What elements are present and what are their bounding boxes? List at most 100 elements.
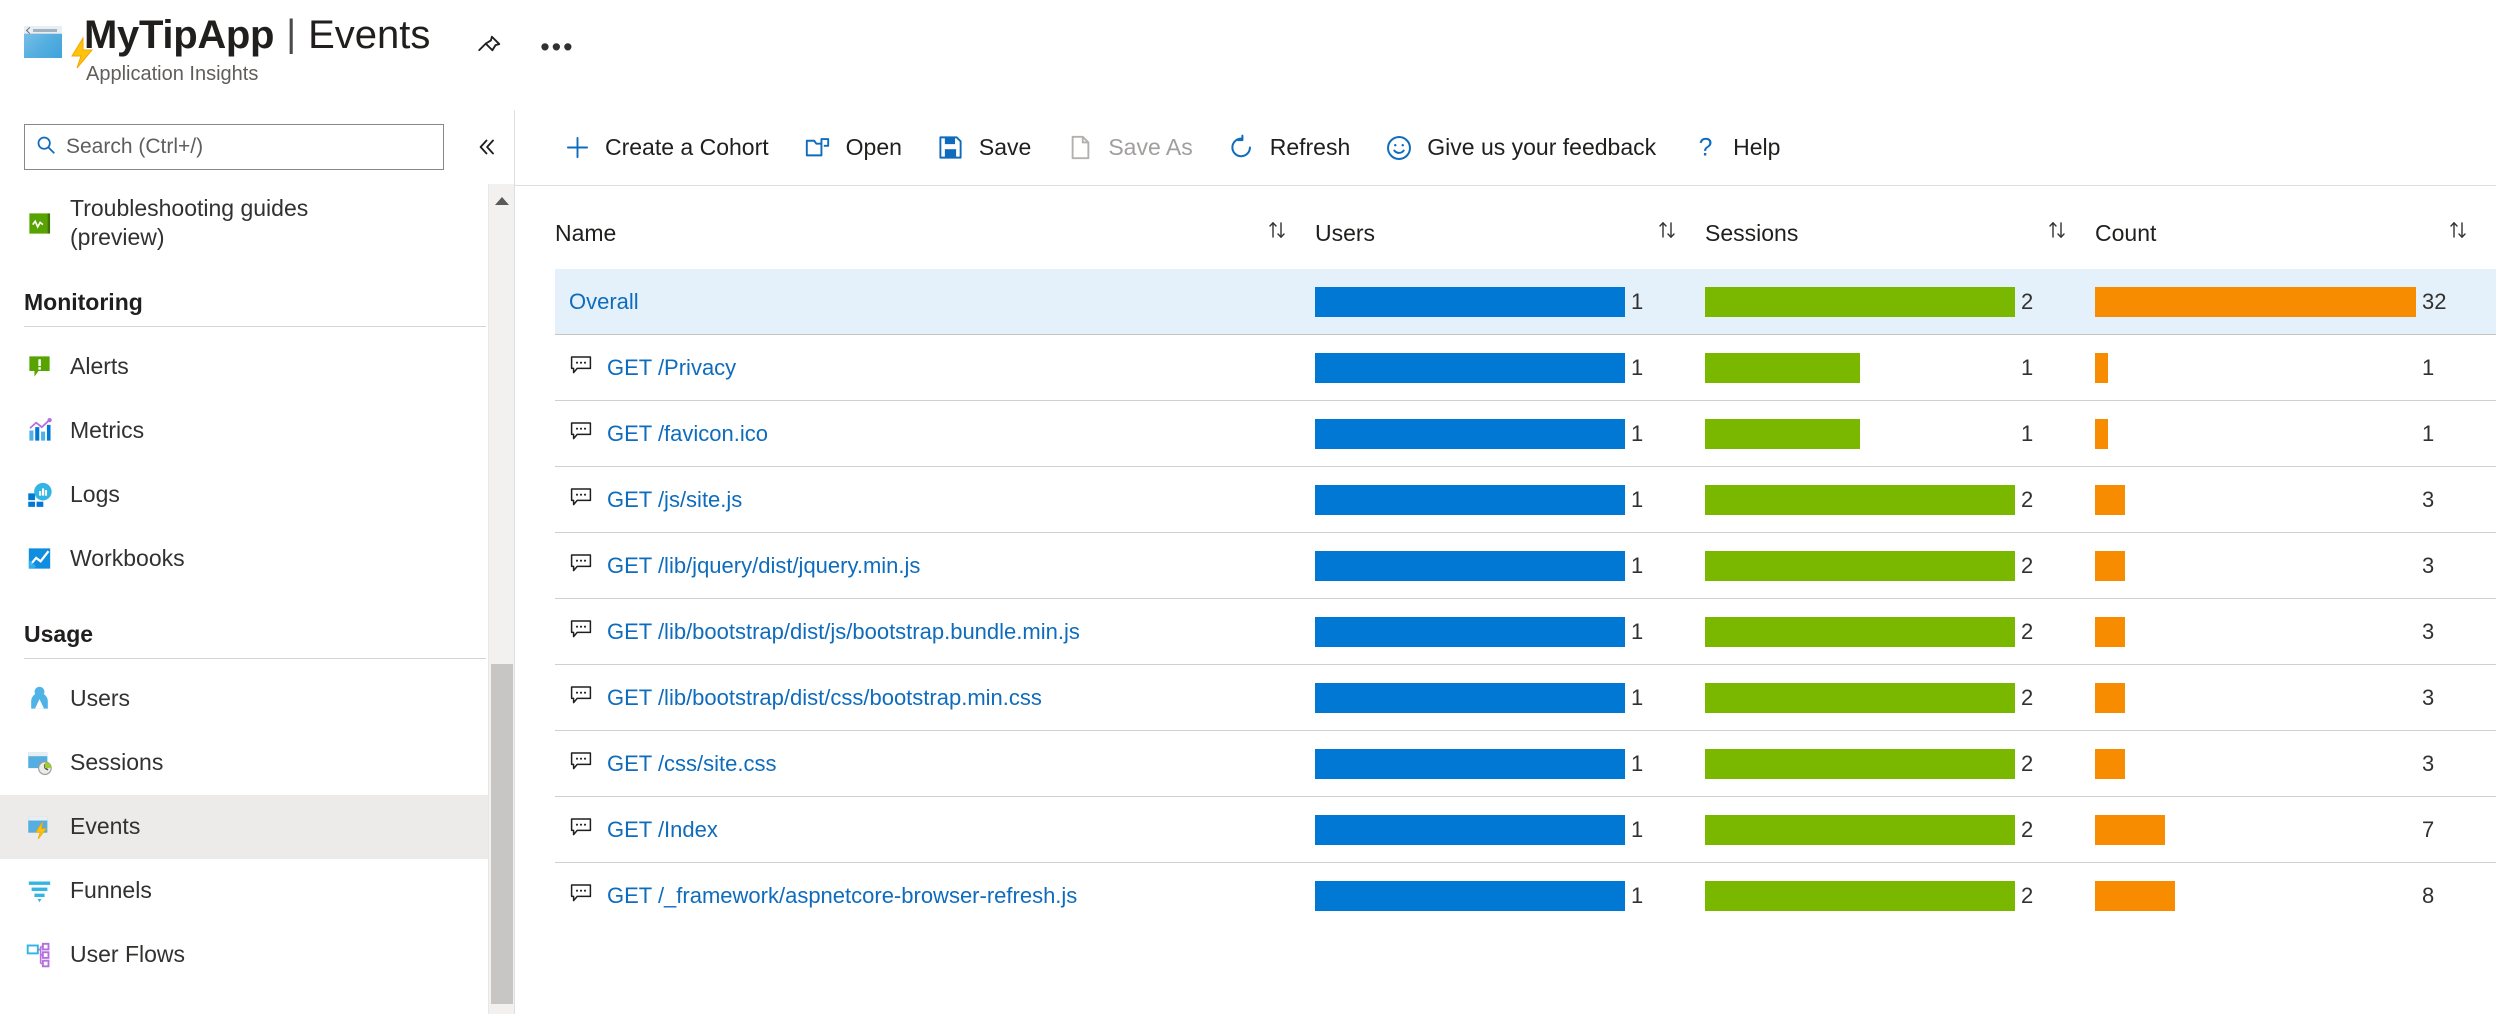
resource-type-subtitle: Application Insights bbox=[86, 63, 259, 85]
search-input[interactable] bbox=[66, 135, 433, 159]
event-name-link[interactable]: GET /favicon.ico bbox=[607, 421, 768, 447]
metric-value: 3 bbox=[2422, 750, 2435, 776]
funnels-icon bbox=[24, 876, 54, 906]
refresh-button[interactable]: Refresh bbox=[1210, 120, 1368, 176]
cell-sessions: 2 bbox=[1705, 599, 2095, 665]
table-row[interactable]: GET /lib/bootstrap/dist/css/bootstrap.mi… bbox=[555, 664, 2496, 731]
events-table: Name Users Sessions Count Overall 1 2 32… bbox=[555, 204, 2496, 929]
bar bbox=[1315, 814, 1625, 845]
bar bbox=[2095, 616, 2126, 647]
create-a-cohort-button[interactable]: Create a Cohort bbox=[545, 120, 786, 176]
column-header-count[interactable]: Count bbox=[2095, 204, 2496, 269]
metric-cell: 2 bbox=[1705, 682, 2095, 713]
event-name-link[interactable]: Overall bbox=[569, 289, 639, 315]
column-header-name[interactable]: Name bbox=[555, 204, 1315, 269]
column-header-users[interactable]: Users bbox=[1315, 204, 1705, 269]
sidebar-item-alerts[interactable]: Alerts bbox=[0, 335, 514, 399]
cell-name: GET /js/site.js bbox=[555, 467, 1315, 533]
event-name-link[interactable]: GET /lib/jquery/dist/jquery.min.js bbox=[607, 553, 920, 579]
bar-track bbox=[1315, 550, 1625, 581]
bar bbox=[2095, 550, 2126, 581]
table-row[interactable]: GET /js/site.js 1 2 3 bbox=[555, 466, 2496, 533]
column-header-sessions[interactable]: Sessions bbox=[1705, 204, 2095, 269]
sort-updown-icon[interactable] bbox=[2045, 218, 2069, 248]
sidebar: Troubleshooting guides (preview) Monitor… bbox=[0, 110, 515, 1014]
event-name-link[interactable]: GET /css/site.css bbox=[607, 751, 777, 777]
cell-sessions: 2 bbox=[1705, 665, 2095, 731]
metric-value: 1 bbox=[1631, 750, 1644, 776]
cell-sessions: 2 bbox=[1705, 797, 2095, 863]
event-name-link[interactable]: GET /lib/bootstrap/dist/css/bootstrap.mi… bbox=[607, 685, 1042, 711]
cell-users: 1 bbox=[1315, 863, 1705, 929]
table-row[interactable]: GET /lib/bootstrap/dist/js/bootstrap.bun… bbox=[555, 598, 2496, 665]
bar-track bbox=[2095, 880, 2416, 911]
bar bbox=[1315, 484, 1625, 515]
help-button[interactable]: ? Help bbox=[1673, 120, 1797, 176]
metric-value: 2 bbox=[2021, 288, 2034, 314]
cell-name: GET /_framework/aspnetcore-browser-refre… bbox=[555, 863, 1315, 929]
save-as-button[interactable]: Save As bbox=[1048, 120, 1209, 176]
event-name-link[interactable]: GET /Privacy bbox=[607, 355, 736, 381]
table-row[interactable]: Overall 1 2 32 bbox=[555, 268, 2496, 335]
save-button[interactable]: Save bbox=[919, 120, 1048, 176]
table-row[interactable]: GET /favicon.ico 1 1 1 bbox=[555, 400, 2496, 467]
sidebar-item-troubleshooting-guides[interactable]: Troubleshooting guides (preview) bbox=[0, 188, 514, 259]
table-row[interactable]: GET /_framework/aspnetcore-browser-refre… bbox=[555, 862, 2496, 929]
cell-sessions: 1 bbox=[1705, 335, 2095, 401]
ellipsis-icon[interactable]: ••• bbox=[540, 30, 574, 64]
give-feedback-button[interactable]: Give us your feedback bbox=[1367, 120, 1673, 176]
sort-updown-icon[interactable] bbox=[1265, 218, 1289, 248]
search-icon bbox=[35, 134, 57, 161]
table-row[interactable]: GET /Privacy 1 1 1 bbox=[555, 334, 2496, 401]
sidebar-item-events[interactable]: Events bbox=[0, 794, 514, 859]
page-view-bubble-icon bbox=[569, 683, 593, 712]
sidebar-item-user-flows[interactable]: User Flows bbox=[0, 923, 514, 987]
sidebar-item-sessions[interactable]: Sessions bbox=[0, 731, 514, 795]
sidebar-item-metrics[interactable]: Metrics bbox=[0, 399, 514, 463]
sidebar-item-label: Users bbox=[70, 685, 131, 712]
bar bbox=[1315, 880, 1625, 911]
metric-value: 1 bbox=[1631, 420, 1644, 446]
collapse-sidebar-icon[interactable] bbox=[466, 127, 506, 167]
metric-cell: 1 bbox=[1315, 880, 1705, 911]
bar-track bbox=[2095, 550, 2416, 581]
sort-updown-icon[interactable] bbox=[1655, 218, 1679, 248]
bar-track bbox=[1705, 814, 2015, 845]
sidebar-scrollbar[interactable] bbox=[488, 184, 514, 1014]
page-view-bubble-icon bbox=[569, 551, 593, 580]
table-row[interactable]: GET /Index 1 2 7 bbox=[555, 796, 2496, 863]
metric-value: 1 bbox=[1631, 552, 1644, 578]
bar-track bbox=[2095, 286, 2416, 317]
sidebar-group-usage: Usage bbox=[24, 620, 94, 647]
cell-users: 1 bbox=[1315, 401, 1705, 467]
sort-updown-icon[interactable] bbox=[2446, 218, 2470, 248]
scrollbar-thumb[interactable] bbox=[491, 664, 513, 1004]
event-name-link[interactable]: GET /_framework/aspnetcore-browser-refre… bbox=[607, 883, 1077, 909]
sidebar-item-funnels[interactable]: Funnels bbox=[0, 859, 514, 923]
table-row[interactable]: GET /css/site.css 1 2 3 bbox=[555, 730, 2496, 797]
open-folder-icon bbox=[803, 133, 833, 163]
event-name-link[interactable]: GET /Index bbox=[607, 817, 718, 843]
user-flows-icon bbox=[24, 940, 54, 970]
plus-icon bbox=[562, 133, 592, 163]
sidebar-item-label: Funnels bbox=[70, 877, 152, 904]
search-box[interactable] bbox=[24, 124, 444, 170]
metric-cell: 2 bbox=[1705, 484, 2095, 515]
sidebar-item-workbooks[interactable]: Workbooks bbox=[0, 527, 514, 591]
smiley-face-icon bbox=[1384, 133, 1414, 163]
cell-count: 32 bbox=[2095, 269, 2496, 335]
event-name-link[interactable]: GET /lib/bootstrap/dist/js/bootstrap.bun… bbox=[607, 619, 1080, 645]
sidebar-item-users[interactable]: Users bbox=[0, 667, 514, 731]
table-row[interactable]: GET /lib/jquery/dist/jquery.min.js 1 2 3 bbox=[555, 532, 2496, 599]
bar bbox=[1315, 352, 1625, 383]
sidebar-item-label: Sessions bbox=[70, 749, 164, 776]
pin-icon[interactable] bbox=[472, 30, 506, 64]
event-name-link[interactable]: GET /js/site.js bbox=[607, 487, 742, 513]
scroll-up-arrow-icon[interactable] bbox=[489, 184, 514, 218]
metric-cell: 1 bbox=[1315, 748, 1705, 779]
metric-cell: 1 bbox=[1315, 682, 1705, 713]
command-toolbar: Create a Cohort Open Save Save As Refres… bbox=[515, 110, 2496, 186]
metric-value: 3 bbox=[2422, 486, 2435, 512]
open-button[interactable]: Open bbox=[786, 120, 919, 176]
sidebar-item-logs[interactable]: Logs bbox=[0, 463, 514, 527]
